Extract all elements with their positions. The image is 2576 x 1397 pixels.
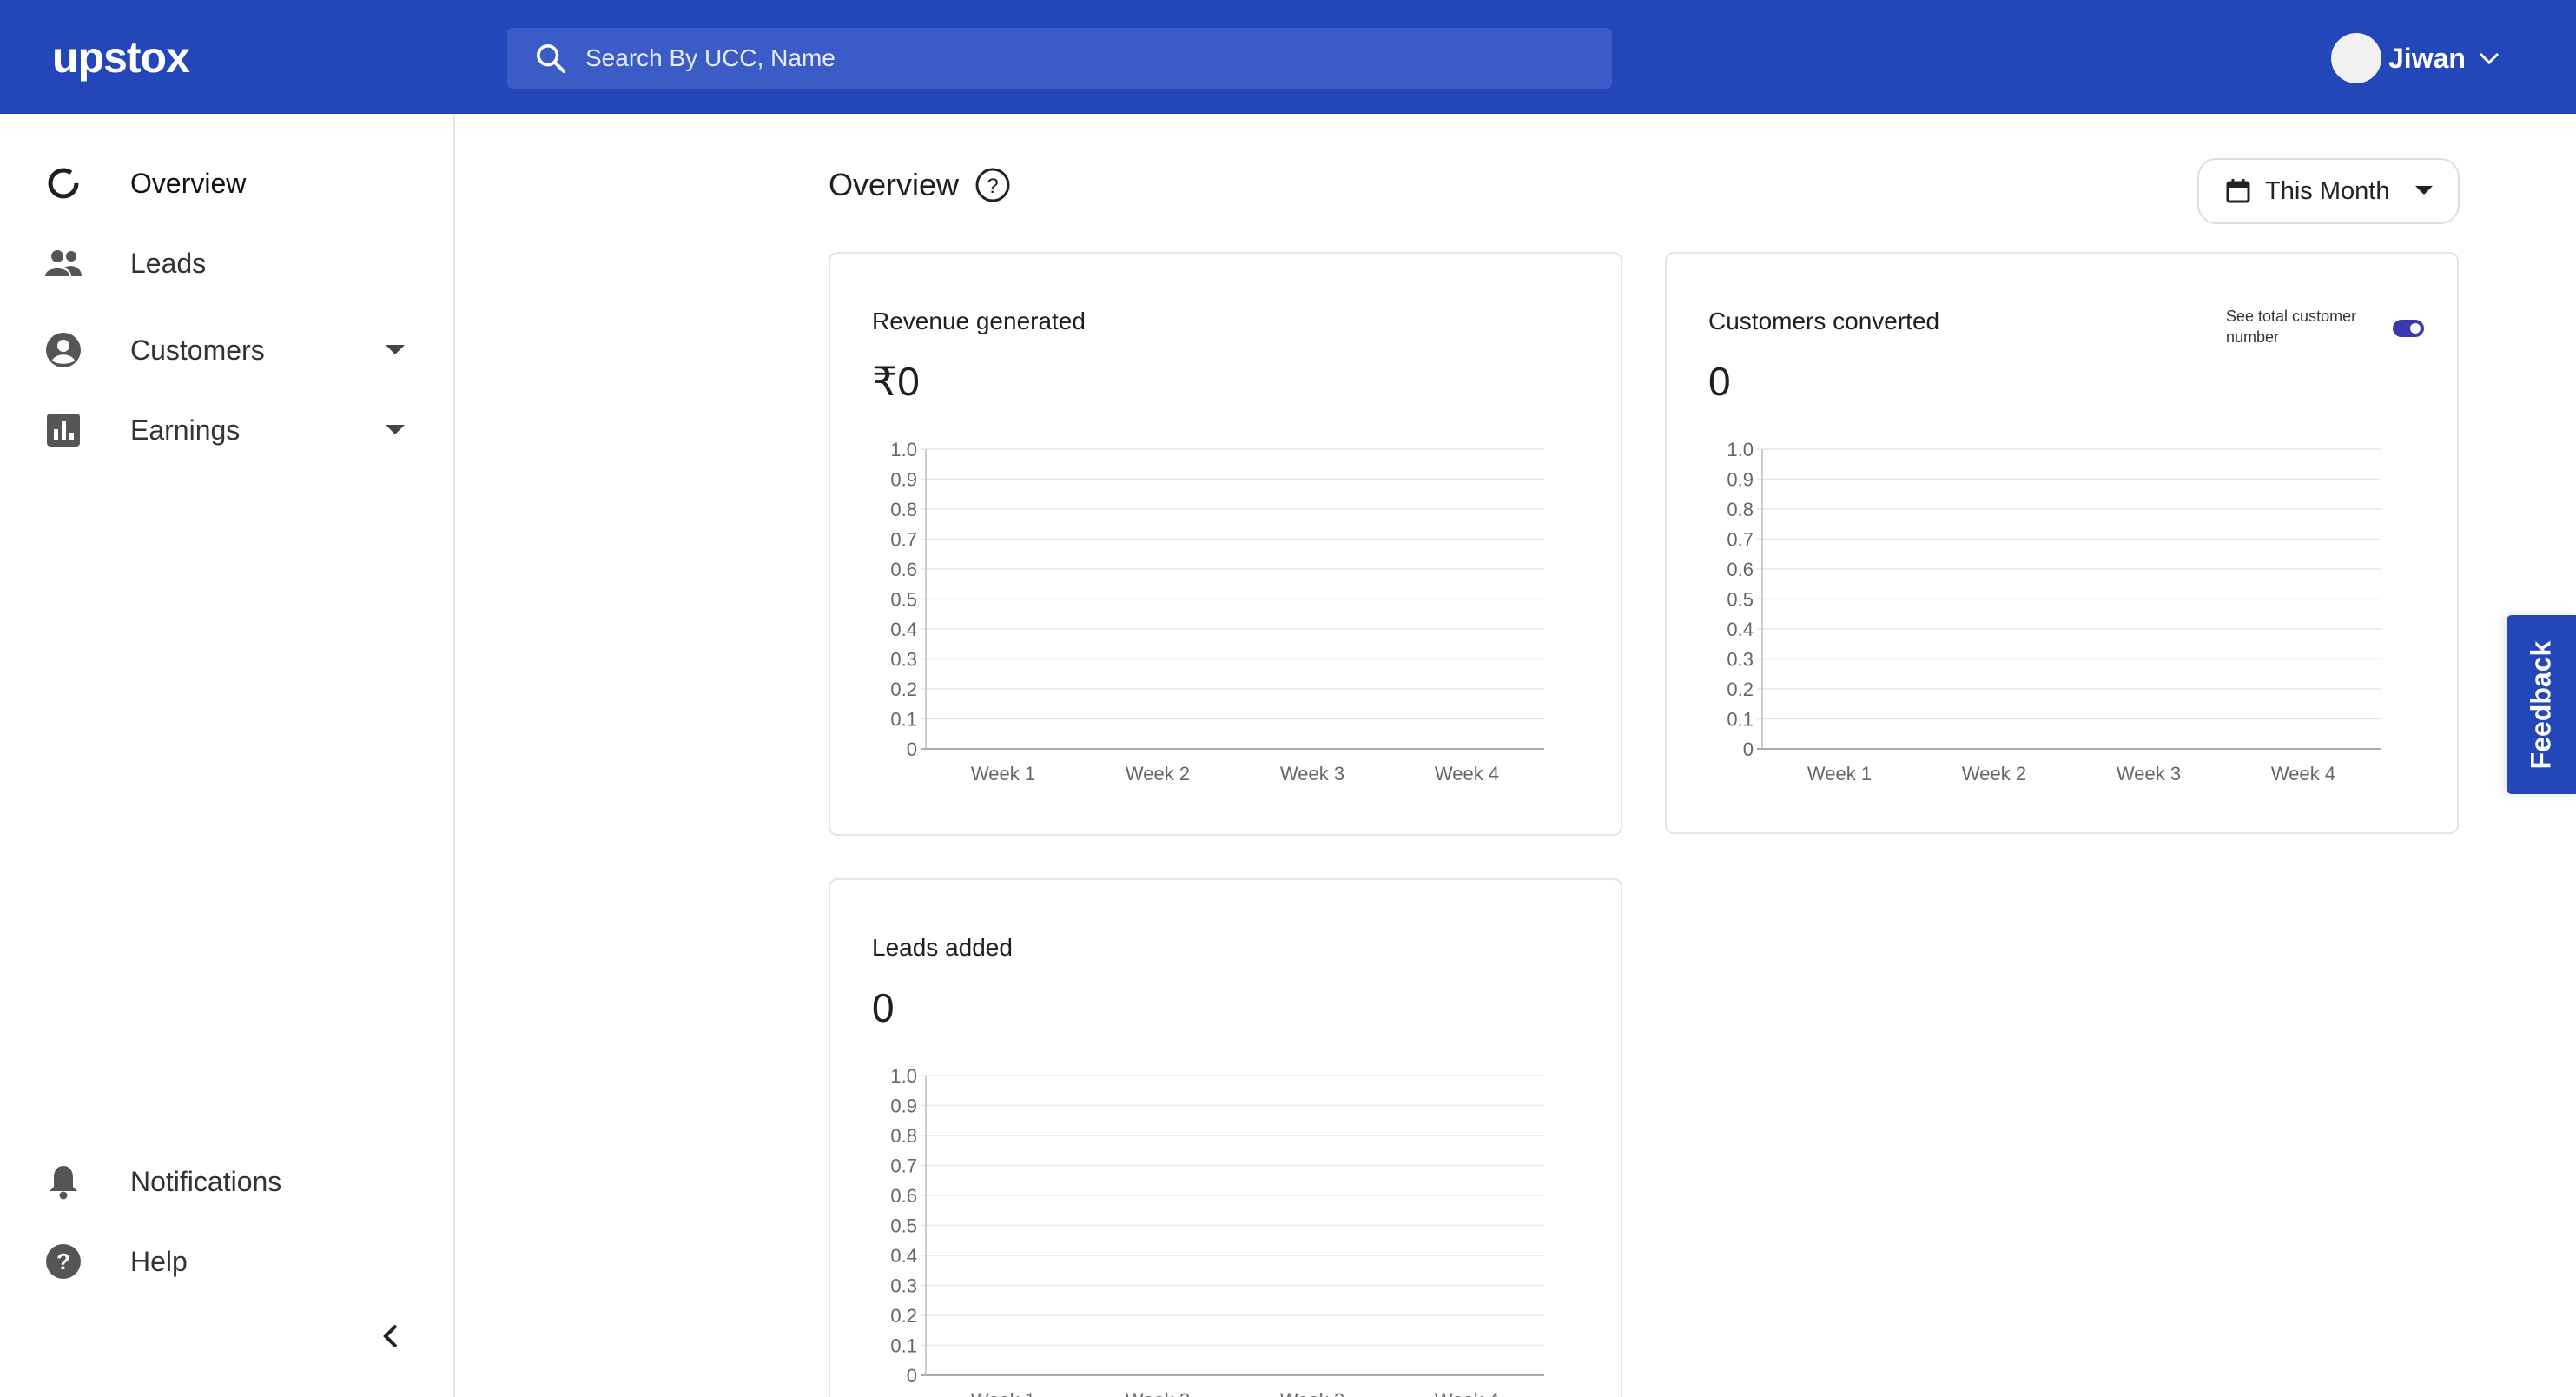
y-tick-label: 0.4: [890, 1245, 917, 1267]
x-tick-label: Week 4: [2271, 763, 2335, 785]
bar-chart-icon: [43, 410, 83, 450]
y-tick-label: 0.7: [890, 529, 917, 551]
y-tick-label: 1.0: [890, 1065, 917, 1087]
feedback-label: Feedback: [2525, 640, 2557, 769]
x-tick-label: Week 3: [1280, 1389, 1344, 1397]
y-tick-label: 0.7: [1727, 529, 1754, 551]
sidebar-item-customers[interactable]: Customers: [0, 315, 452, 385]
y-tick-label: 0.5: [890, 589, 917, 611]
sidebar-item-label: Overview: [130, 167, 247, 199]
chevron-down-icon: [2479, 52, 2499, 65]
y-tick-label: 0.5: [1727, 589, 1754, 611]
y-tick-label: 0.6: [890, 1185, 917, 1207]
y-tick-label: 0.2: [890, 1305, 917, 1327]
y-tick-label: 0.9: [890, 1096, 917, 1117]
account-circle-icon: [43, 330, 83, 370]
y-tick-label: 0.7: [890, 1155, 917, 1177]
customers-card: Customers converted 0 See total customer…: [1665, 252, 2459, 834]
y-tick-label: 0: [1743, 738, 1754, 760]
feedback-tab[interactable]: Feedback: [2507, 615, 2576, 794]
calendar-icon: [2226, 179, 2250, 203]
customers-chart: 0 0.1 0.2 0.3 0.4 0.5 0.6 0.7 0.8 0.9 1.0 Week 1 Wee…: [1727, 439, 2381, 785]
user-name: Jiwan: [2388, 42, 2466, 74]
y-tick-label: 0.2: [890, 679, 917, 700]
caret-down-icon: [2415, 186, 2434, 195]
y-tick-label: 0.3: [890, 1275, 917, 1297]
revenue-card: Revenue generated ₹0 0 0.1 0.2 0.3 0.4 0.5 0.6…: [829, 252, 1622, 836]
x-tick-label: Week 1: [971, 1389, 1035, 1397]
sidebar-item-help[interactable]: ? Help: [0, 1227, 452, 1296]
upstox-logo[interactable]: upstox: [52, 30, 190, 85]
x-tick-label: Week 4: [1435, 1389, 1499, 1397]
collapse-sidebar-icon[interactable]: [380, 1321, 401, 1352]
sidebar-item-label: Leads: [130, 247, 207, 279]
x-tick-label: Week 3: [2117, 763, 2181, 785]
logo-text: upstox: [52, 33, 190, 82]
revenue-chart: 0 0.1 0.2 0.3 0.4 0.5 0.6 0.7 0.8 0.9 1.0 Week 1 Wee…: [890, 439, 1544, 785]
sidebar: Overview Leads Customers Earnings Notifi…: [0, 114, 455, 1397]
y-tick-label: 0: [907, 1365, 917, 1387]
x-tick-label: Week 1: [971, 763, 1035, 785]
y-tick-label: 0.3: [890, 649, 917, 671]
y-tick-label: 0.6: [890, 559, 917, 580]
y-tick-label: 0.1: [1727, 709, 1754, 731]
bell-icon: [43, 1162, 83, 1202]
people-icon: [43, 243, 83, 283]
y-tick-label: 0.9: [890, 469, 917, 491]
user-menu[interactable]: Jiwan: [2331, 33, 2500, 83]
y-tick-label: 0.2: [1727, 679, 1754, 700]
x-tick-label: Week 4: [1435, 763, 1499, 785]
y-tick-label: 0.9: [1727, 469, 1754, 491]
help-circle-icon: ?: [43, 1241, 83, 1281]
sidebar-item-overview[interactable]: Overview: [0, 149, 452, 218]
sidebar-item-leads[interactable]: Leads: [0, 228, 452, 298]
x-tick-label: Week 2: [1126, 1389, 1190, 1397]
y-tick-label: 0.4: [1727, 619, 1754, 640]
sidebar-item-label: Earnings: [130, 414, 241, 446]
donut-icon: [43, 163, 83, 203]
y-tick-label: 0.1: [890, 1335, 917, 1357]
svg-text:?: ?: [56, 1248, 70, 1275]
page-title: Overview ?: [829, 167, 1011, 203]
avatar: [2331, 33, 2381, 83]
sidebar-item-earnings[interactable]: Earnings: [0, 395, 452, 465]
search-icon: [537, 44, 565, 73]
y-tick-label: 0.8: [1727, 499, 1754, 520]
sidebar-item-label: Customers: [130, 334, 265, 366]
x-tick-label: Week 1: [1807, 763, 1872, 785]
sidebar-item-notifications[interactable]: Notifications: [0, 1147, 452, 1216]
svg-text:?: ?: [987, 175, 998, 198]
y-tick-label: 0.5: [890, 1215, 917, 1237]
sidebar-item-label: Notifications: [130, 1165, 282, 1197]
leads-chart: 0 0.1 0.2 0.3 0.4 0.5 0.6 0.7 0.8 0.9 1.0 Week 1 Wee…: [890, 1065, 1544, 1397]
page-title-text: Overview: [829, 167, 960, 202]
sidebar-item-label: Help: [130, 1245, 188, 1277]
search-input[interactable]: [585, 44, 1541, 72]
y-tick-label: 0.4: [890, 619, 917, 640]
leads-card: Leads added 0 0 0.1 0.2 0.3 0.4 0.5 0.6 0.7 0.8 0…: [829, 878, 1622, 1397]
caret-down-icon: [386, 345, 405, 354]
x-tick-label: Week 2: [1962, 763, 2026, 785]
date-range-dropdown[interactable]: This Month: [2197, 158, 2460, 224]
y-tick-label: 1.0: [1727, 439, 1754, 460]
y-tick-label: 0.1: [890, 709, 917, 731]
y-tick-label: 0.8: [890, 1125, 917, 1147]
y-tick-label: 1.0: [890, 439, 917, 460]
y-tick-label: 0: [907, 738, 917, 760]
x-tick-label: Week 3: [1280, 763, 1344, 785]
y-tick-label: 0.6: [1727, 559, 1754, 580]
search-bar[interactable]: [507, 28, 1612, 89]
y-tick-label: 0.8: [890, 499, 917, 520]
x-tick-label: Week 2: [1126, 763, 1190, 785]
help-outline-icon[interactable]: ?: [974, 167, 1011, 203]
y-tick-label: 0.3: [1727, 649, 1754, 671]
top-header: upstox Jiwan: [0, 0, 2576, 114]
caret-down-icon: [386, 425, 405, 434]
date-range-label: This Month: [2265, 176, 2390, 205]
